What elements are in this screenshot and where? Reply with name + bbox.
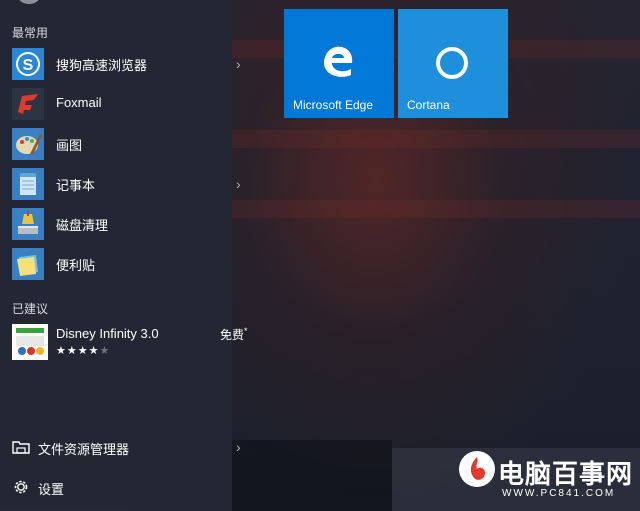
sticky-notes-icon — [12, 248, 44, 280]
app-item-notepad[interactable]: 记事本 — [0, 165, 232, 203]
tile-label: Cortana — [407, 98, 450, 112]
app-item-label: 记事本 — [56, 178, 96, 193]
file-explorer-item[interactable]: 文件资源管理器 — [0, 430, 232, 464]
gear-icon — [14, 480, 28, 494]
backdrop-band — [232, 130, 640, 148]
disney-infinity-thumbnail-icon — [12, 324, 48, 360]
notepad-icon — [12, 168, 44, 200]
app-item-sogou-browser[interactable]: S 搜狗高速浏览器 — [0, 45, 232, 83]
cortana-icon — [436, 47, 468, 79]
disk-cleanup-icon — [12, 208, 44, 240]
edge-icon — [324, 46, 353, 77]
section-suggested-label: 已建议 — [12, 302, 49, 316]
settings-item[interactable]: 设置 — [0, 470, 232, 504]
app-item-label: 搜狗高速浏览器 — [56, 58, 148, 73]
folder-icon — [12, 441, 30, 454]
backdrop-dim — [232, 440, 392, 511]
app-item-label: Foxmail — [56, 95, 102, 110]
user-avatar[interactable] — [18, 0, 40, 4]
sogou-browser-icon: S — [12, 48, 44, 80]
app-item-label: 磁盘清理 — [56, 218, 109, 233]
svg-text:S: S — [23, 57, 34, 74]
chevron-right-icon[interactable]: › — [236, 439, 246, 455]
price-footnote-mark: * — [244, 326, 248, 336]
tile-label: Microsoft Edge — [293, 98, 374, 112]
chevron-right-icon[interactable]: › — [236, 56, 246, 72]
watermark-logo-icon — [459, 451, 495, 487]
suggested-app-disney-infinity[interactable]: Disney Infinity 3.0 ★★★★★ — [0, 320, 232, 364]
tile-cortana[interactable]: Cortana — [398, 9, 508, 118]
app-item-paint[interactable]: 画图 — [0, 125, 232, 163]
watermark-text: 电脑百事网 — [498, 459, 634, 489]
app-item-label: 便利贴 — [56, 258, 96, 273]
tile-microsoft-edge[interactable]: Microsoft Edge — [284, 9, 394, 118]
foxmail-icon — [12, 88, 44, 120]
app-item-label: 画图 — [56, 138, 83, 153]
app-item-foxmail[interactable]: Foxmail — [0, 85, 232, 123]
watermark-url: WWW.PC841.COM — [502, 488, 616, 499]
suggested-app-title: Disney Infinity 3.0 — [56, 326, 159, 341]
backdrop-band — [232, 200, 640, 218]
price-label: 免费 — [220, 328, 245, 342]
app-item-sticky-notes[interactable]: 便利贴 — [0, 245, 232, 283]
settings-label: 设置 — [38, 482, 65, 497]
rating-stars: ★★★★★ — [56, 345, 111, 357]
section-frequent-label: 最常用 — [12, 26, 49, 40]
start-menu-app-list: 最常用 S 搜狗高速浏览器 › Foxmail 画图 记事本 › 磁盘清理 便利… — [0, 0, 248, 511]
suggested-app-price: 免费* — [220, 326, 248, 343]
file-explorer-label: 文件资源管理器 — [38, 442, 130, 457]
paint-icon — [12, 128, 44, 160]
app-item-disk-cleanup[interactable]: 磁盘清理 — [0, 205, 232, 243]
chevron-right-icon[interactable]: › — [236, 176, 246, 192]
watermark: 电脑百事网 WWW.PC841.COM — [458, 448, 638, 508]
